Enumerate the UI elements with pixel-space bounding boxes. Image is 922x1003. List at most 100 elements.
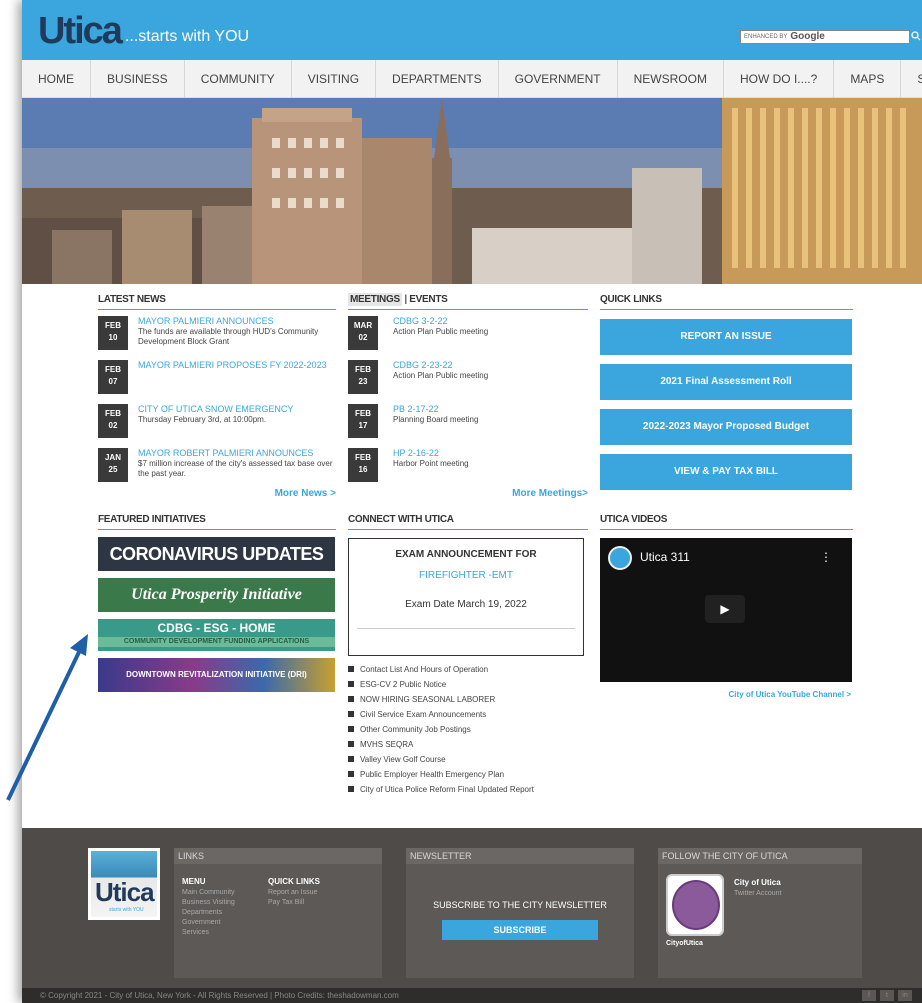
- proposed-budget-button[interactable]: 2022-2023 Mayor Proposed Budget: [600, 409, 852, 445]
- meeting-title[interactable]: CDBG 3-2-22: [393, 316, 588, 327]
- channel-avatar: [608, 546, 632, 570]
- search-icon[interactable]: [911, 30, 922, 44]
- nav-business[interactable]: BUSINESS: [91, 60, 185, 98]
- nav-government[interactable]: GOVERNMENT: [499, 60, 618, 98]
- nav-home[interactable]: HOME: [22, 60, 91, 98]
- news-item[interactable]: JAN 25 MAYOR ROBERT PALMIERI ANNOUNCES $7…: [98, 448, 336, 486]
- facebook-icon[interactable]: f: [862, 990, 876, 1001]
- news-body: MAYOR PALMIERI PROPOSES FY 2022-2023: [138, 360, 336, 371]
- meeting-title[interactable]: PB 2-17-22: [393, 404, 588, 415]
- video-title[interactable]: Utica 311: [640, 550, 690, 564]
- connect-title: CONNECT WITH UTICA: [348, 514, 588, 530]
- nav-visiting[interactable]: VISITING: [292, 60, 377, 98]
- footer-link[interactable]: Pay Tax Bill: [268, 898, 320, 908]
- assessment-roll-button[interactable]: 2021 Final Assessment Roll: [600, 364, 852, 400]
- meetings-section: MEETINGS | EVENTS MAR 02 CDBG 3-2-22 Acti…: [348, 293, 588, 499]
- news-item[interactable]: FEB 07 MAYOR PALMIERI PROPOSES FY 2022-20…: [98, 360, 336, 398]
- youtube-channel-link[interactable]: City of Utica YouTube Channel >: [600, 690, 853, 699]
- list-item[interactable]: Civil Service Exam Announcements: [348, 707, 588, 722]
- title-separator: |: [404, 294, 407, 305]
- date-day: 25: [108, 465, 118, 474]
- nav-community[interactable]: COMMUNITY: [185, 60, 292, 98]
- footer-link[interactable]: Government: [182, 918, 235, 928]
- list-item[interactable]: ESG-CV 2 Public Notice: [348, 677, 588, 692]
- pay-tax-bill-button[interactable]: VIEW & PAY TAX BILL: [600, 454, 852, 490]
- meeting-date: FEB 16: [348, 448, 378, 482]
- search-input[interactable]: ENHANCED BY Google: [740, 30, 910, 44]
- meeting-title[interactable]: CDBG 2-23-22: [393, 360, 588, 371]
- footer-logo-tagline: starts with YOU: [109, 907, 144, 913]
- videos-title: UTICA VIDEOS: [600, 514, 853, 530]
- meeting-body: HP 2-16-22 Harbor Point meeting: [393, 448, 588, 469]
- exam-position-link[interactable]: FIREFIGHTER -EMT: [349, 570, 583, 581]
- meetings-title: MEETINGS | EVENTS: [348, 293, 588, 310]
- date-day: 02: [108, 421, 118, 430]
- twitter-handle[interactable]: CityofUtica: [666, 940, 703, 947]
- nav-how-do-i[interactable]: HOW DO I....?: [724, 60, 835, 98]
- main-nav: HOME BUSINESS COMMUNITY VISITING DEPARTM…: [22, 60, 922, 98]
- nav-departments[interactable]: DEPARTMENTS: [376, 60, 499, 98]
- news-date: FEB 02: [98, 404, 128, 438]
- prosperity-initiative-banner[interactable]: Utica Prosperity Initiative: [98, 578, 335, 612]
- subscribe-button[interactable]: SUBSCRIBE: [442, 920, 598, 940]
- list-item[interactable]: Other Community Job Postings: [348, 722, 588, 737]
- more-options-icon[interactable]: ⋮: [820, 550, 832, 564]
- list-item[interactable]: Valley View Golf Course: [348, 752, 588, 767]
- twitter-icon[interactable]: t: [880, 990, 894, 1001]
- meeting-title[interactable]: HP 2-16-22: [393, 448, 588, 459]
- news-item[interactable]: FEB 10 MAYOR PALMIERI ANNOUNCES The funds…: [98, 316, 336, 354]
- downtown-revitalization-banner[interactable]: DOWNTOWN REVITALIZATION INITIATIVE (DRI): [98, 658, 335, 692]
- nav-newsroom[interactable]: NEWSROOM: [618, 60, 724, 98]
- report-issue-button[interactable]: REPORT AN ISSUE: [600, 319, 852, 355]
- news-title[interactable]: MAYOR ROBERT PALMIERI ANNOUNCES: [138, 448, 336, 459]
- news-title[interactable]: MAYOR PALMIERI ANNOUNCES: [138, 316, 336, 327]
- footer-quick-links-column: QUICK LINKS Report an Issue Pay Tax Bill: [268, 876, 320, 908]
- exam-date: Exam Date March 19, 2022: [405, 599, 527, 610]
- nav-maps[interactable]: MAPS: [834, 60, 902, 98]
- exam-announcement-box[interactable]: EXAM ANNOUNCEMENT FOR FIREFIGHTER -EMT E…: [348, 538, 584, 656]
- news-body: CITY OF UTICA SNOW EMERGENCY Thursday Fe…: [138, 404, 336, 425]
- news-desc: Thursday February 3rd, at 10:00pm.: [138, 415, 267, 424]
- video-player[interactable]: Utica 311 ⋮ ▶: [600, 538, 852, 682]
- footer-link[interactable]: Main Community: [182, 888, 235, 898]
- exam-announcement-title: EXAM ANNOUNCEMENT FOR: [395, 549, 537, 560]
- list-item[interactable]: City of Utica Police Reform Final Update…: [348, 782, 588, 797]
- list-item[interactable]: MVHS SEQRA: [348, 737, 588, 752]
- meeting-item[interactable]: FEB 16 HP 2-16-22 Harbor Point meeting: [348, 448, 588, 486]
- site-logo[interactable]: Utica ...starts with YOU: [38, 12, 249, 50]
- cdbg-esg-home-banner[interactable]: CDBG - ESG - HOME COMMUNITY DEVELOPMENT …: [98, 619, 335, 651]
- list-item[interactable]: Public Employer Health Emergency Plan: [348, 767, 588, 782]
- meeting-item[interactable]: FEB 23 CDBG 2-23-22 Action Plan Public me…: [348, 360, 588, 398]
- footer-menu-column: MENU Main Community Business Visiting De…: [182, 876, 235, 938]
- footer-link[interactable]: Report an Issue: [268, 888, 320, 898]
- meeting-item[interactable]: FEB 17 PB 2-17-22 Planning Board meeting: [348, 404, 588, 442]
- news-title[interactable]: MAYOR PALMIERI PROPOSES FY 2022-2023: [138, 360, 336, 371]
- twitter-account-name[interactable]: City of Utica: [734, 878, 781, 887]
- meetings-tab[interactable]: MEETINGS: [348, 293, 402, 306]
- play-icon[interactable]: ▶: [705, 595, 745, 623]
- date-month: FEB: [355, 365, 371, 374]
- date-month: FEB: [355, 453, 371, 462]
- events-tab[interactable]: EVENTS: [409, 294, 448, 305]
- quick-links-section: QUICK LINKS REPORT AN ISSUE 2021 Final A…: [600, 294, 853, 490]
- cdbg-banner-title: CDBG - ESG - HOME: [157, 621, 276, 635]
- date-month: FEB: [355, 409, 371, 418]
- list-item[interactable]: Contact List And Hours of Operation: [348, 662, 588, 677]
- city-seal-image[interactable]: [666, 874, 724, 936]
- more-news-link[interactable]: More News >: [98, 488, 336, 499]
- more-meetings-link[interactable]: More Meetings>: [348, 488, 588, 499]
- list-item[interactable]: NOW HIRING SEASONAL LABORER: [348, 692, 588, 707]
- meeting-item[interactable]: MAR 02 CDBG 3-2-22 Action Plan Public mee…: [348, 316, 588, 354]
- footer-link[interactable]: Business Visiting: [182, 898, 235, 908]
- news-title[interactable]: CITY OF UTICA SNOW EMERGENCY: [138, 404, 336, 415]
- footer-link[interactable]: Departments: [182, 908, 235, 918]
- news-item[interactable]: FEB 02 CITY OF UTICA SNOW EMERGENCY Thurs…: [98, 404, 336, 442]
- linkedin-icon[interactable]: in: [898, 990, 912, 1001]
- footer-logo[interactable]: Utica starts with YOU: [88, 848, 160, 920]
- date-day: 16: [358, 465, 368, 474]
- footer-link[interactable]: Services: [182, 928, 235, 938]
- meeting-desc: Planning Board meeting: [393, 415, 479, 424]
- meeting-body: CDBG 2-23-22 Action Plan Public meeting: [393, 360, 588, 381]
- nav-site-map[interactable]: SITE MAP: [901, 60, 922, 98]
- coronavirus-updates-banner[interactable]: CORONAVIRUS UPDATES: [98, 537, 335, 571]
